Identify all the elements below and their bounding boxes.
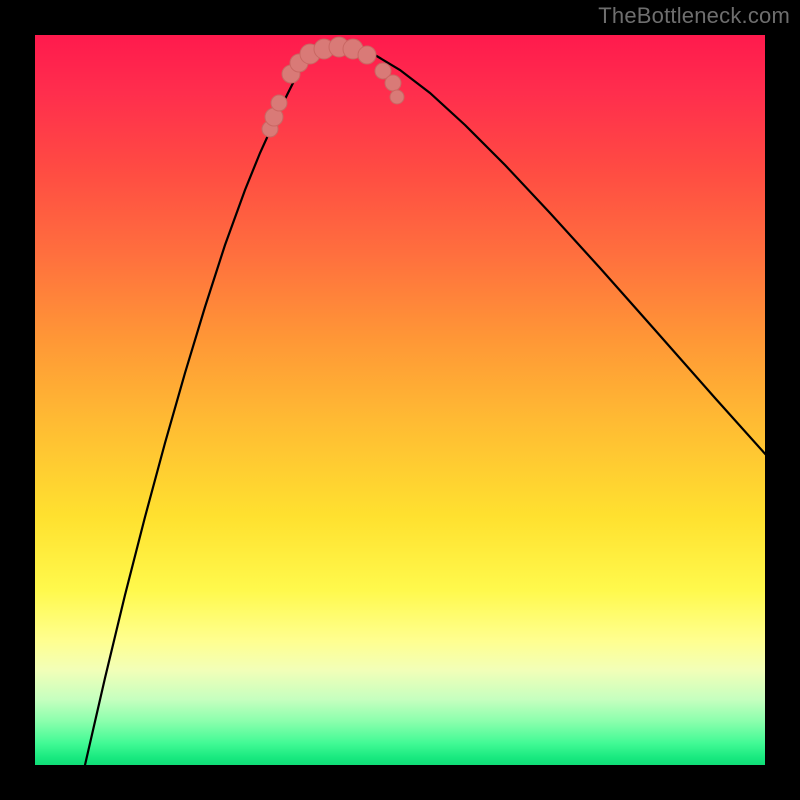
curve-layer — [35, 35, 765, 765]
plot-area — [35, 35, 765, 765]
watermark-text: TheBottleneck.com — [598, 3, 790, 29]
bottleneck-curve — [85, 48, 765, 765]
chart-frame: TheBottleneck.com — [0, 0, 800, 800]
curve-marker — [390, 90, 404, 104]
curve-marker — [271, 95, 287, 111]
curve-markers — [262, 37, 404, 137]
curve-marker — [358, 46, 376, 64]
curve-marker — [385, 75, 401, 91]
